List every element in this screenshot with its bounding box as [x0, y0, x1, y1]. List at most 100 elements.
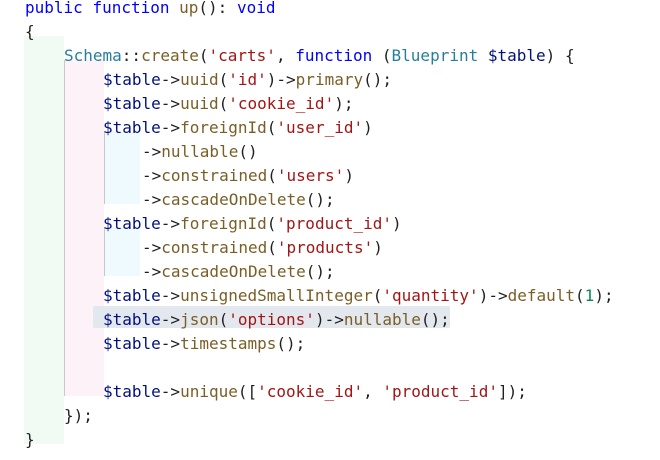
code-token: -> [160, 382, 181, 401]
code-token: 'products' [276, 238, 374, 257]
code-token: $table [103, 118, 161, 137]
code-token: -> [142, 190, 162, 209]
code-token: default [507, 286, 576, 305]
code-token: 'user_id' [276, 118, 364, 137]
code-token: } [25, 430, 35, 449]
code-line[interactable]: $table->unsignedSmallInteger('quantity')… [0, 284, 660, 308]
code-token: constrained [161, 166, 268, 185]
code-line[interactable]: $table->unique(['cookie_id', 'product_id… [0, 380, 660, 404]
code-token: ( [218, 310, 229, 329]
code-token: ) [373, 238, 383, 257]
code-token: (); [305, 190, 335, 209]
code-line[interactable]: ->cascadeOnDelete(); [0, 188, 660, 212]
code-token: foreignId [180, 118, 267, 137]
code-token: :: [121, 46, 142, 65]
code-token: 'product_id' [276, 214, 392, 233]
code-token: ( [267, 166, 277, 185]
code-token: foreignId [180, 214, 267, 233]
code-line[interactable]: } [0, 428, 660, 452]
code-line[interactable]: $table->uuid('cookie_id'); [0, 92, 660, 116]
code-token: ]); [497, 382, 527, 401]
code-token: up [179, 0, 199, 17]
code-token: function [295, 46, 373, 65]
code-token: { [25, 22, 35, 41]
code-editor[interactable]: public function up(): void{Schema::creat… [0, 0, 660, 460]
code-line[interactable]: $table->json('options')->nullable(); [0, 308, 660, 332]
code-token: constrained [161, 238, 268, 257]
code-token: void [236, 0, 276, 17]
code-token: -> [160, 70, 181, 89]
code-line[interactable]: ->constrained('users') [0, 164, 660, 188]
code-line[interactable]: $table->uuid('id')->primary(); [0, 68, 660, 92]
code-token: )-> [266, 70, 296, 89]
code-token: unsignedSmallInteger [180, 286, 373, 305]
code-line[interactable]: $table->foreignId('user_id') [0, 116, 660, 140]
code-token: 'id' [228, 70, 267, 89]
code-token: -> [160, 286, 181, 305]
code-token: Blueprint [391, 46, 479, 65]
code-line-text: Schema::create('carts', function (Bluepr… [64, 44, 575, 68]
code-token: nullable [343, 310, 421, 329]
code-line-text: $table->json('options')->nullable(); [103, 308, 450, 332]
code-token: 'product_id' [382, 382, 498, 401]
code-token: ) [392, 214, 402, 233]
code-token: ( [267, 238, 277, 257]
code-line[interactable]: }); [0, 404, 660, 428]
code-token: $table [103, 310, 161, 329]
code-token: () [238, 142, 258, 161]
code-line-text: $table->foreignId('user_id') [103, 116, 373, 140]
code-line[interactable]: Schema::create('carts', function (Bluepr… [0, 44, 660, 68]
code-token: ( [266, 214, 277, 233]
code-token: -> [160, 94, 181, 113]
code-token: primary [295, 70, 364, 89]
code-token: cascadeOnDelete [161, 262, 306, 281]
code-token: (): [198, 0, 237, 17]
code-token: nullable [161, 142, 239, 161]
code-line[interactable]: ->nullable() [0, 140, 660, 164]
code-token: public [25, 0, 83, 17]
code-token: 'users' [276, 166, 345, 185]
code-line-text: $table->timestamps(); [103, 332, 305, 356]
code-line[interactable]: ->constrained('products') [0, 236, 660, 260]
code-line-text: $table->unsignedSmallInteger('quantity')… [103, 284, 614, 308]
code-line[interactable]: public function up(): void [0, 0, 660, 20]
code-token: 'options' [228, 310, 315, 329]
code-token: -> [142, 166, 162, 185]
code-token: 'quantity' [382, 286, 479, 305]
code-token: ( [372, 46, 392, 65]
code-token: ) { [545, 46, 575, 65]
code-token: (); [305, 262, 335, 281]
code-token: uuid [180, 70, 219, 89]
code-token: , [275, 46, 296, 65]
code-token: ( [266, 118, 277, 137]
code-line[interactable]: $table->timestamps(); [0, 332, 660, 356]
code-line[interactable]: ->cascadeOnDelete(); [0, 260, 660, 284]
code-token: create [141, 46, 199, 65]
code-token: -> [160, 334, 181, 353]
code-line[interactable] [0, 356, 660, 380]
code-token: $table [103, 214, 161, 233]
code-token: ); [334, 94, 354, 113]
code-token: cascadeOnDelete [161, 190, 306, 209]
code-line-text: } [25, 428, 35, 452]
code-token: Schema [64, 46, 122, 65]
code-token: (); [276, 334, 306, 353]
code-token: timestamps [180, 334, 277, 353]
code-token: unique [180, 382, 238, 401]
code-line-text: $table->uuid('id')->primary(); [103, 68, 392, 92]
code-line[interactable]: $table->foreignId('product_id') [0, 212, 660, 236]
code-line[interactable]: { [0, 20, 660, 44]
code-token: $table [103, 334, 161, 353]
code-token: }); [64, 406, 93, 425]
code-token: )-> [478, 286, 508, 305]
code-token: -> [142, 238, 162, 257]
code-line-text: ->constrained('users') [142, 164, 354, 188]
code-line-text: ->constrained('products') [142, 236, 383, 260]
code-line-text: }); [64, 404, 93, 428]
code-token: ); [594, 286, 614, 305]
code-line-text: $table->unique(['cookie_id', 'product_id… [103, 380, 527, 404]
code-token: ( [372, 286, 383, 305]
code-token: $table [487, 46, 546, 65]
code-token: , [363, 382, 383, 401]
